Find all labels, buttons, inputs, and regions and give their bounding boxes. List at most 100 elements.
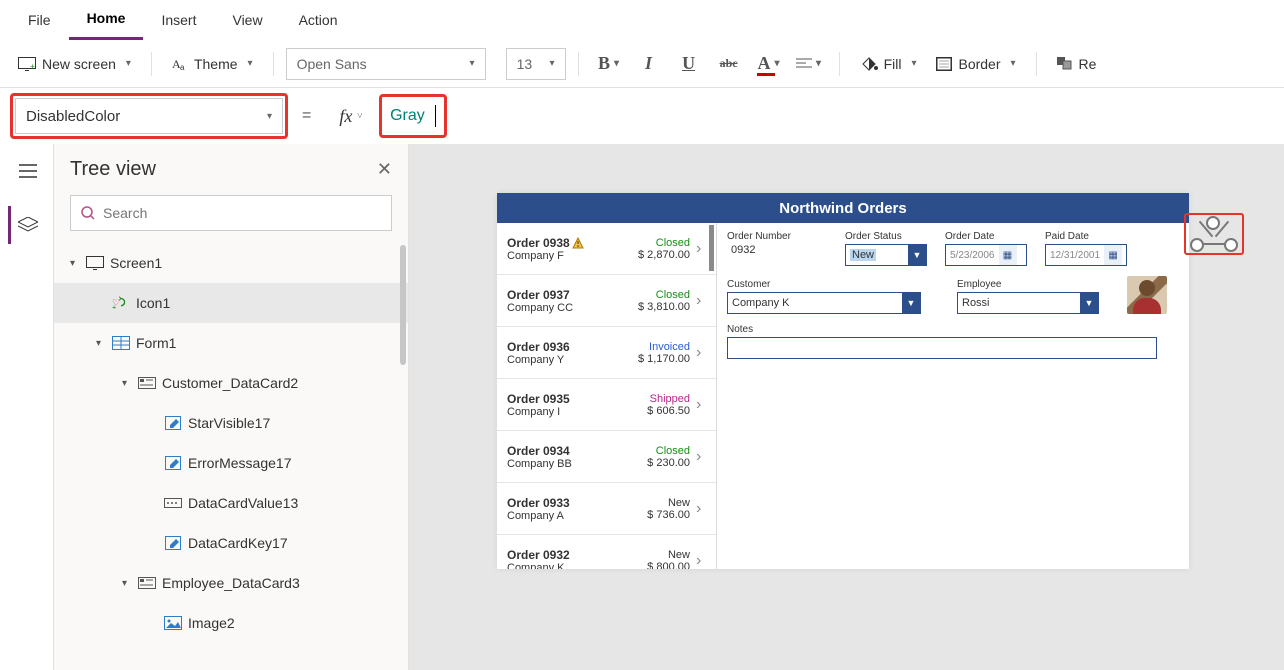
align-button[interactable]: ▾ xyxy=(791,48,827,80)
tree-view-panel: Tree view ✕ ▾Screen1♡+Icon1▾Form1▾Custom… xyxy=(54,144,409,670)
tree-node[interactable]: StarVisible17 xyxy=(54,403,408,443)
order-title: Order 0937 xyxy=(507,288,638,302)
bold-button[interactable]: B▾ xyxy=(591,48,627,80)
tree-node[interactable]: DataCardValue13 xyxy=(54,483,408,523)
order-row[interactable]: Order 0932Company KNew$ 800.00› xyxy=(497,535,716,569)
input-icon xyxy=(164,494,182,512)
scrollbar[interactable] xyxy=(400,245,406,365)
order-title: Order 0935 xyxy=(507,392,647,406)
notes-input[interactable] xyxy=(727,337,1157,359)
tree-node[interactable]: ♡+Icon1 xyxy=(54,283,408,323)
border-button[interactable]: Border ▾ xyxy=(928,52,1023,76)
tree-caret[interactable]: ▾ xyxy=(122,378,132,389)
tree-label: Icon1 xyxy=(136,295,170,311)
order-status: Shipped xyxy=(647,393,690,405)
order-row[interactable]: Order 0935Company IShipped$ 606.50› xyxy=(497,379,716,431)
chevron-down-icon: ▾ xyxy=(911,58,916,69)
italic-button[interactable]: I xyxy=(631,48,667,80)
font-color-button[interactable]: A▾ xyxy=(751,48,787,80)
order-title: Order 0933 xyxy=(507,496,647,510)
order-row[interactable]: Order 0938Company FClosed$ 2,870.00› xyxy=(497,223,716,275)
order-row[interactable]: Order 0936Company YInvoiced$ 1,170.00› xyxy=(497,327,716,379)
order-amount: $ 736.00 xyxy=(647,509,690,521)
employee-dropdown[interactable]: Rossi ▼ xyxy=(957,292,1099,314)
menu-home[interactable]: Home xyxy=(69,0,144,40)
layers-icon xyxy=(18,217,38,233)
search-box[interactable] xyxy=(70,195,392,231)
order-title: Order 0934 xyxy=(507,444,647,458)
tree-node[interactable]: ▾Screen1 xyxy=(54,243,408,283)
highlight-property: DisabledColor ▾ xyxy=(10,93,288,139)
paid-date-label: Paid Date xyxy=(1045,231,1127,242)
order-row[interactable]: Order 0933Company ANew$ 736.00› xyxy=(497,483,716,535)
calendar-icon: ▦ xyxy=(999,245,1017,265)
equals-sign: = xyxy=(302,107,311,125)
svg-text:+: + xyxy=(112,302,116,310)
property-select[interactable]: DisabledColor ▾ xyxy=(15,98,283,134)
tree-node[interactable]: ▾ Customer_DataCard2 xyxy=(54,363,408,403)
chevron-right-icon: › xyxy=(696,292,712,310)
tree-caret[interactable]: ▾ xyxy=(122,578,132,589)
selection-handles[interactable] xyxy=(1184,213,1244,255)
tree: ▾Screen1♡+Icon1▾Form1▾Customer_DataCard2… xyxy=(54,243,408,670)
menu-view[interactable]: View xyxy=(214,0,280,40)
menu-file[interactable]: File xyxy=(10,0,69,40)
tree-view-rail-button[interactable] xyxy=(8,206,46,244)
customer-label: Customer xyxy=(727,279,921,290)
font-size-select[interactable]: 13 ▾ xyxy=(506,48,566,80)
menubar: FileHomeInsertViewAction xyxy=(0,0,1284,40)
menu-action[interactable]: Action xyxy=(281,0,356,40)
tree-caret[interactable]: ▾ xyxy=(70,258,80,269)
svg-text:+: + xyxy=(30,62,35,71)
reorder-button[interactable]: Re xyxy=(1049,52,1105,76)
chevron-down-icon: ▾ xyxy=(470,58,475,69)
screen-icon: + xyxy=(18,57,36,71)
search-input[interactable] xyxy=(103,205,381,221)
tree-node[interactable]: ErrorMessage17 xyxy=(54,443,408,483)
fill-icon xyxy=(860,56,878,72)
tree-view-title: Tree view xyxy=(70,158,156,181)
order-status-label: Order Status xyxy=(845,231,927,242)
menu-insert[interactable]: Insert xyxy=(143,0,214,40)
tree-label: Form1 xyxy=(136,335,176,351)
chevron-right-icon: › xyxy=(696,552,712,570)
order-date-label: Order Date xyxy=(945,231,1027,242)
tree-label: Customer_DataCard2 xyxy=(162,375,298,391)
theme-button[interactable]: Aa Theme ▾ xyxy=(164,52,261,76)
order-status: Closed xyxy=(638,289,690,301)
orders-list[interactable]: Order 0938Company FClosed$ 2,870.00›Orde… xyxy=(497,223,717,569)
paid-date-input[interactable]: 12/31/2001 ▦ xyxy=(1045,244,1127,266)
order-title: Order 0932 xyxy=(507,548,647,562)
order-number-value: 0932 xyxy=(727,244,827,266)
order-date-input[interactable]: 5/23/2006 ▦ xyxy=(945,244,1027,266)
tree-node[interactable]: ▾ Form1 xyxy=(54,323,408,363)
label-icon xyxy=(164,454,182,472)
customer-dropdown[interactable]: Company K ▼ xyxy=(727,292,921,314)
order-amount: $ 1,170.00 xyxy=(638,353,690,365)
calendar-icon: ▦ xyxy=(1104,245,1122,265)
tree-node[interactable]: ▾Employee_DataCard3 xyxy=(54,563,408,603)
order-row[interactable]: Order 0934Company BBClosed$ 230.00› xyxy=(497,431,716,483)
underline-button[interactable]: U xyxy=(671,48,707,80)
font-select[interactable]: Open Sans ▾ xyxy=(286,48,486,80)
order-amount: $ 230.00 xyxy=(647,457,690,469)
fx-label[interactable]: fx ˅ xyxy=(339,106,363,127)
reorder-icon xyxy=(1057,57,1073,71)
tree-node[interactable]: Image2 xyxy=(54,603,408,643)
order-row[interactable]: Order 0937Company CCClosed$ 3,810.00› xyxy=(497,275,716,327)
order-company: Company A xyxy=(507,510,647,522)
form-icon xyxy=(112,334,130,352)
scrollbar[interactable] xyxy=(709,225,714,271)
new-screen-button[interactable]: + New screen ▾ xyxy=(10,52,139,76)
order-status-dropdown[interactable]: New ▼ xyxy=(845,244,927,266)
tree-caret[interactable]: ▾ xyxy=(96,338,106,349)
tree-node[interactable]: DataCardKey17 xyxy=(54,523,408,563)
chevron-down-icon: ▾ xyxy=(550,58,555,69)
hamburger-button[interactable] xyxy=(8,152,46,190)
fill-button[interactable]: Fill ▾ xyxy=(852,52,925,76)
strikethrough-button[interactable]: abc xyxy=(711,48,747,80)
close-icon[interactable]: ✕ xyxy=(377,159,392,180)
formula-input[interactable] xyxy=(384,99,442,133)
chevron-down-icon: ▾ xyxy=(248,58,253,69)
hamburger-icon xyxy=(19,164,37,178)
